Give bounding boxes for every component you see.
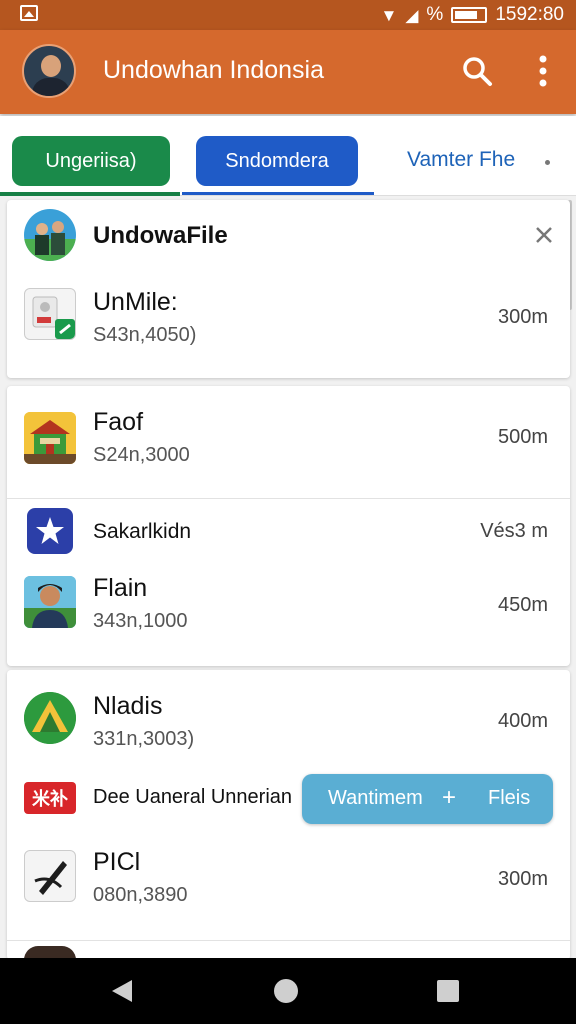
list-item-title[interactable]: Flain: [93, 574, 147, 603]
back-icon[interactable]: [112, 980, 132, 1002]
list-item-title[interactable]: PICl: [93, 848, 140, 877]
list-item-subtitle: S24n,3000: [93, 444, 190, 466]
list-item-size: 450m: [497, 594, 548, 616]
app-bar: Undowhan Indonsia: [0, 30, 576, 114]
list-item-title[interactable]: Dee Uaneral Unnerian: [93, 786, 292, 809]
list-item-size: 500m: [497, 426, 548, 448]
list-item-size: 300m: [497, 868, 548, 890]
triangle-app-icon: [24, 692, 76, 744]
tab-vamter-fhe[interactable]: Vamter Fhe: [407, 148, 515, 172]
navigation-bar: [0, 958, 576, 1024]
tab-sndomdera[interactable]: Sndomdera: [196, 136, 358, 186]
person-photo-icon: [24, 576, 76, 628]
pen-app-icon: [24, 850, 76, 902]
list-item-subtitle: 080n,3890: [93, 884, 188, 906]
location-icon: ▼: [380, 5, 398, 25]
list-item-size: 300m: [497, 306, 548, 328]
file-card: UndowaFile UnMile: S43n,4050) 300m: [7, 200, 570, 378]
tab-overflow-dot: [545, 160, 550, 165]
list-item-size: 400m: [497, 710, 548, 732]
status-icons: ▼ ◢ % 1592:80: [381, 4, 565, 26]
list-item-subtitle: 343n,1000: [93, 610, 188, 632]
tab-indicator-secondary: [182, 192, 374, 195]
avatar[interactable]: [22, 44, 76, 98]
battery-icon: [451, 7, 488, 23]
divider: [7, 498, 570, 499]
divider: [7, 940, 570, 941]
temple-app-icon: [24, 412, 76, 464]
fab-label: Wantimem: [328, 787, 423, 809]
list-item-title[interactable]: Sakarlkidn: [93, 520, 191, 544]
file-card: Faof S24n,3000 500m Sakarlkidn Vés3 m Fl…: [7, 386, 570, 666]
list-item-subtitle: S43n,4050): [93, 324, 197, 346]
tab-ungeriisa[interactable]: Ungeriisa): [12, 136, 170, 186]
app-title: Undowhan Indonsia: [103, 56, 324, 84]
battery-percent-glyph: %: [426, 4, 444, 25]
list-item-subtitle: 331n,3003): [93, 728, 195, 750]
list-item-title[interactable]: Faof: [93, 408, 143, 437]
clock: 1592:80: [495, 4, 564, 25]
tab-bar: Ungeriisa) Sndomdera Vamter Fhe: [0, 116, 576, 196]
red-badge-icon: 米补: [24, 782, 76, 814]
gallery-notification-icon: [20, 5, 38, 21]
more-vert-icon[interactable]: [528, 54, 558, 88]
add-button[interactable]: Wantimem + Fleis: [302, 774, 553, 824]
card-header-title: UndowaFile: [93, 222, 228, 249]
star-app-icon: [27, 508, 73, 554]
wifi-icon: ◢: [405, 5, 419, 25]
search-icon[interactable]: [460, 54, 494, 88]
home-icon[interactable]: [274, 979, 298, 1003]
list-item-title[interactable]: Nladis: [93, 692, 162, 721]
list-item-size: Vés3 m: [480, 520, 548, 542]
document-app-icon: [24, 288, 76, 340]
group-avatar-icon: [24, 209, 76, 261]
tab-indicator: [0, 192, 180, 196]
close-icon[interactable]: [533, 224, 555, 246]
list-item-title: UnMile:: [93, 288, 178, 316]
recents-icon[interactable]: [437, 980, 459, 1002]
status-bar: ▼ ◢ % 1592:80: [0, 0, 576, 30]
fab-secondary-label: Fleis: [488, 787, 531, 809]
plus-icon: +: [442, 784, 457, 811]
